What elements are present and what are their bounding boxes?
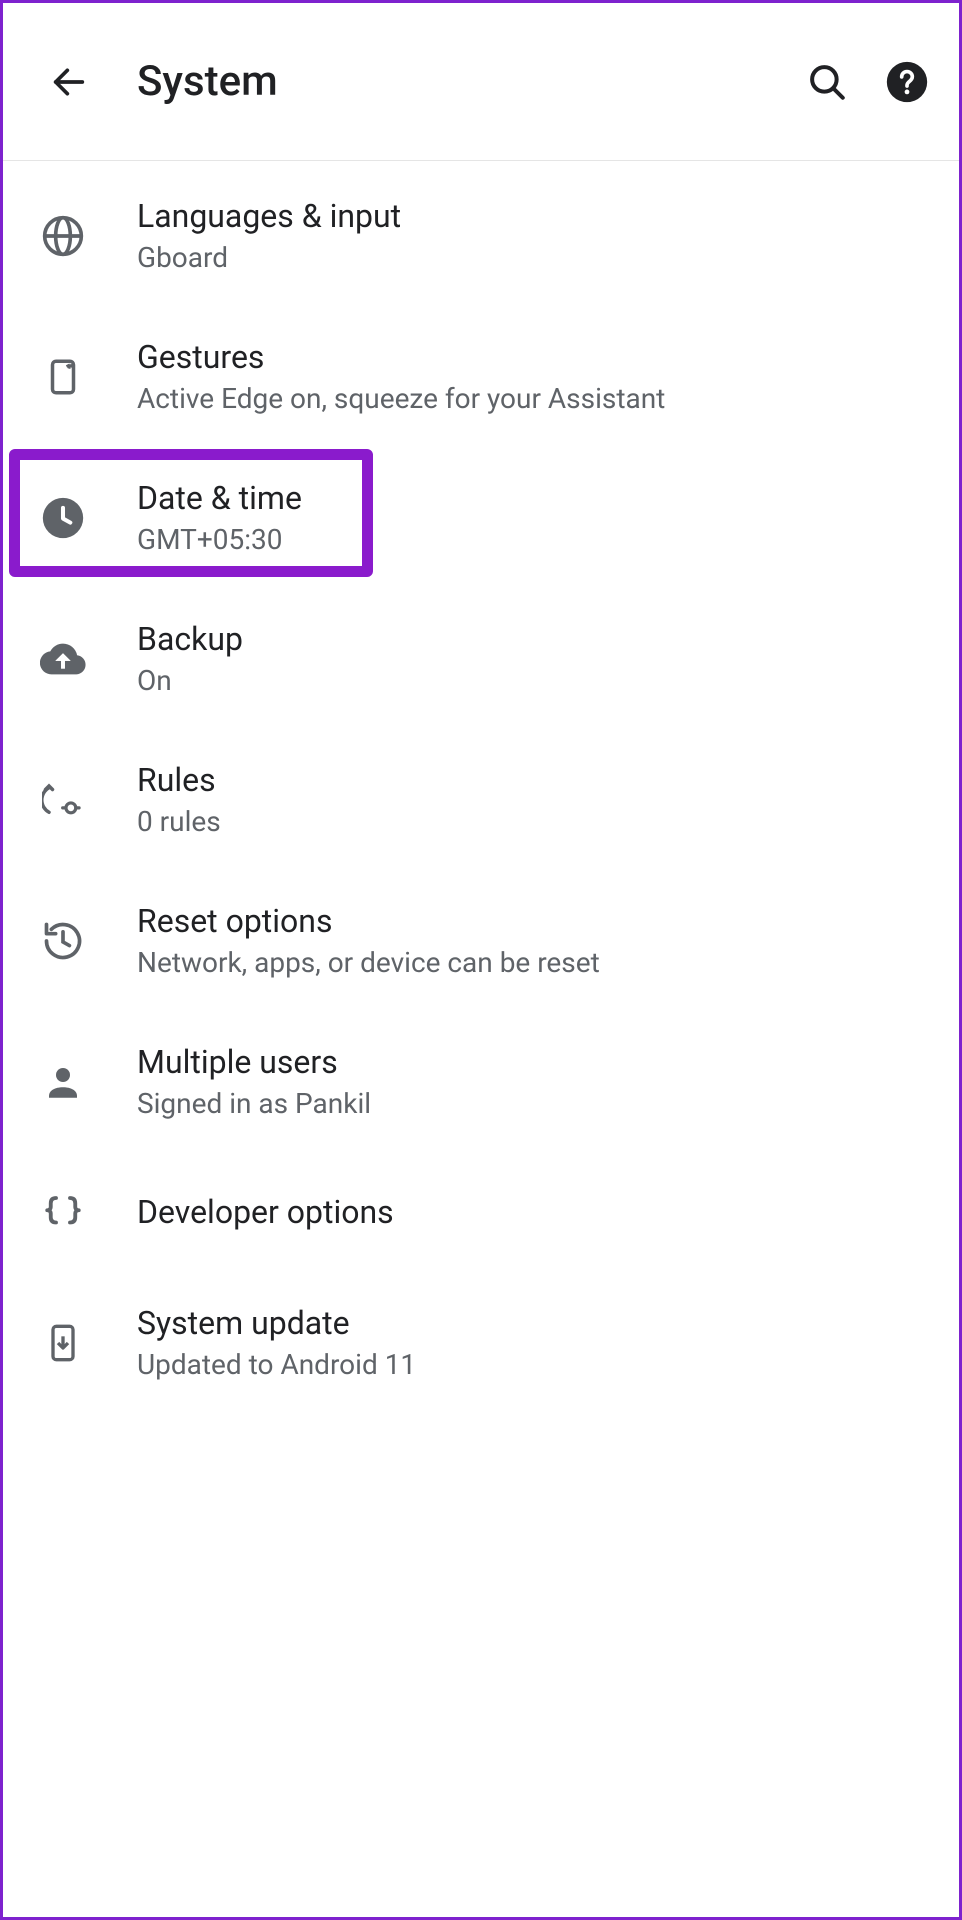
rules-icon [39, 776, 87, 824]
help-button[interactable] [883, 58, 931, 106]
globe-icon [39, 212, 87, 260]
header-actions [803, 58, 931, 106]
list-item-rules[interactable]: Rules 0 rules [3, 729, 959, 870]
braces-icon [39, 1188, 87, 1236]
item-subtitle: Active Edge on, squeeze for your Assista… [137, 382, 665, 415]
item-title: Multiple users [137, 1043, 371, 1081]
item-title: Date & time [137, 479, 302, 517]
page-title: System [137, 57, 803, 106]
item-subtitle: Signed in as Pankil [137, 1087, 371, 1120]
list-item-languages[interactable]: Languages & input Gboard [3, 165, 959, 306]
cloud-upload-icon [39, 635, 87, 683]
list-item-backup[interactable]: Backup On [3, 588, 959, 729]
list-item-system-update[interactable]: System update Updated to Android 11 [3, 1272, 959, 1413]
clock-icon [39, 494, 87, 542]
item-subtitle: Network, apps, or device can be reset [137, 946, 600, 979]
search-button[interactable] [803, 58, 851, 106]
back-button[interactable] [41, 54, 97, 110]
item-subtitle: Gboard [137, 241, 401, 274]
gestures-icon [39, 353, 87, 401]
item-subtitle: Updated to Android 11 [137, 1348, 416, 1381]
list-item-reset[interactable]: Reset options Network, apps, or device c… [3, 870, 959, 1011]
item-subtitle: GMT+05:30 [137, 523, 302, 556]
settings-list: Languages & input Gboard Gestures Active… [3, 161, 959, 1413]
item-title: Backup [137, 620, 243, 658]
list-item-multiple-users[interactable]: Multiple users Signed in as Pankil [3, 1011, 959, 1152]
list-item-gestures[interactable]: Gestures Active Edge on, squeeze for you… [3, 306, 959, 447]
list-item-developer-options[interactable]: Developer options [3, 1152, 959, 1272]
item-title: Reset options [137, 902, 600, 940]
item-subtitle: On [137, 664, 243, 697]
item-title: Gestures [137, 338, 665, 376]
list-item-date-time[interactable]: Date & time GMT+05:30 [3, 447, 959, 588]
item-title: System update [137, 1304, 416, 1342]
restore-icon [39, 917, 87, 965]
search-icon [806, 61, 848, 103]
system-update-icon [39, 1319, 87, 1367]
item-subtitle: 0 rules [137, 805, 221, 838]
item-title: Developer options [137, 1193, 394, 1231]
item-title: Rules [137, 761, 221, 799]
arrow-back-icon [49, 62, 89, 102]
help-icon [885, 60, 929, 104]
item-title: Languages & input [137, 197, 401, 235]
person-icon [39, 1058, 87, 1106]
app-bar: System [3, 3, 959, 161]
